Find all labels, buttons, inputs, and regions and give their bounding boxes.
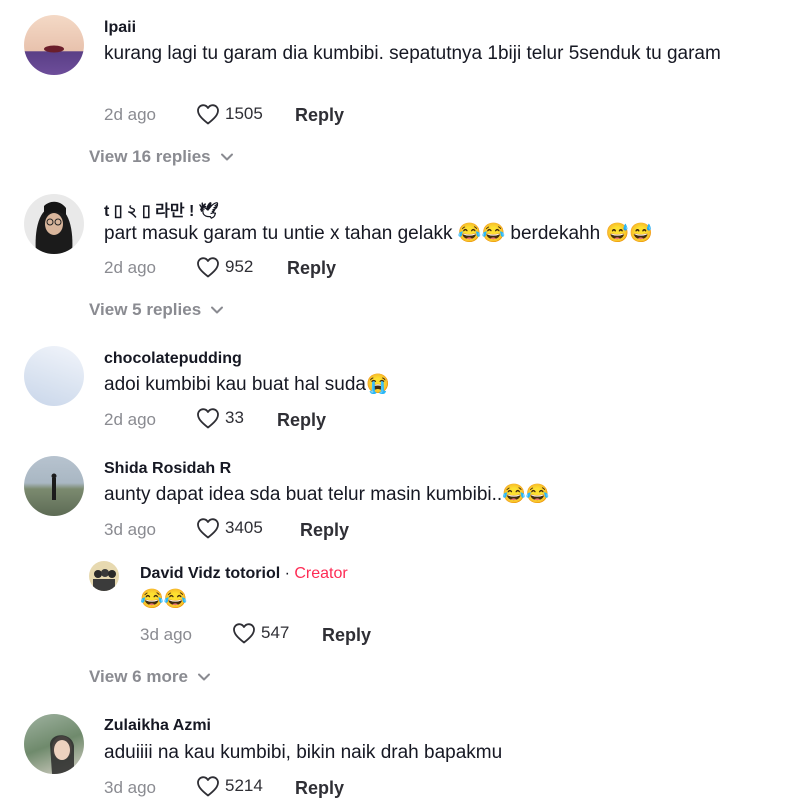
heart-outline-icon — [196, 103, 220, 125]
comment-username[interactable]: lpaii — [104, 19, 136, 37]
comment-timestamp: 3d ago — [104, 520, 156, 539]
reply-username[interactable]: David Vidz totoriol · Creator — [140, 565, 348, 583]
like-button[interactable]: 1505 — [196, 103, 263, 125]
separator: · — [280, 565, 295, 582]
view-replies-label: View 5 replies — [89, 300, 202, 319]
creator-badge: Creator — [294, 565, 348, 582]
comment-text: adoi kumbibi kau buat hal suda😭 — [104, 374, 390, 395]
avatar[interactable] — [24, 15, 84, 75]
like-button[interactable]: 952 — [196, 256, 253, 278]
like-button[interactable]: 3405 — [196, 517, 263, 539]
chevron-down-icon — [197, 672, 211, 682]
comment-text: aunty dapat idea sda buat telur masin ku… — [104, 484, 550, 505]
like-count: 547 — [261, 623, 290, 642]
view-replies-label: View 16 replies — [89, 147, 211, 166]
avatar[interactable] — [24, 194, 84, 254]
view-more-button[interactable]: View 6 more — [89, 667, 211, 687]
reply-timestamp: 3d ago — [140, 625, 192, 644]
heart-outline-icon — [196, 407, 220, 429]
reply-button[interactable]: Reply — [295, 778, 344, 799]
reply-button[interactable]: Reply — [300, 520, 349, 541]
comment-username[interactable]: chocolatepudding — [104, 350, 242, 368]
reply-button[interactable]: Reply — [287, 258, 336, 279]
reply-button[interactable]: Reply — [277, 410, 326, 431]
avatar[interactable] — [24, 456, 84, 516]
heart-outline-icon — [196, 256, 220, 278]
comment-timestamp: 2d ago — [104, 410, 156, 429]
comment-timestamp: 2d ago — [104, 258, 156, 277]
heart-outline-icon — [232, 622, 256, 644]
comment-timestamp: 2d ago — [104, 105, 156, 124]
reply-button[interactable]: Reply — [322, 625, 371, 646]
comment-text: part masuk garam tu untie x tahan gelakk… — [104, 223, 653, 244]
like-count: 5214 — [225, 776, 263, 795]
comment-username[interactable]: Zulaikha Azmi — [104, 717, 211, 735]
creator-name: David Vidz totoriol — [140, 565, 281, 582]
like-count: 33 — [225, 408, 244, 427]
like-count: 952 — [225, 257, 254, 276]
view-more-label: View 6 more — [89, 667, 188, 686]
like-button[interactable]: 547 — [232, 622, 289, 644]
heart-outline-icon — [196, 775, 220, 797]
like-count: 1505 — [225, 104, 263, 123]
reply-text: 😂😂 — [140, 589, 188, 610]
comment-timestamp: 3d ago — [104, 778, 156, 797]
creator-avatar[interactable] — [89, 561, 119, 591]
comment-text: kurang lagi tu garam dia kumbibi. sepatu… — [104, 43, 721, 64]
comment-username[interactable]: Shida Rosidah R — [104, 460, 231, 478]
comment-text: aduiiii na kau kumbibi, bikin naik drah … — [104, 742, 503, 763]
heart-outline-icon — [196, 517, 220, 539]
reply-button[interactable]: Reply — [295, 105, 344, 126]
like-count: 3405 — [225, 518, 263, 537]
view-replies-button[interactable]: View 16 replies — [89, 147, 234, 167]
avatar[interactable] — [24, 714, 84, 774]
chevron-down-icon — [220, 152, 234, 162]
like-button[interactable]: 33 — [196, 407, 244, 429]
like-button[interactable]: 5214 — [196, 775, 263, 797]
avatar[interactable] — [24, 346, 84, 406]
chevron-down-icon — [210, 305, 224, 315]
view-replies-button[interactable]: View 5 replies — [89, 300, 224, 320]
